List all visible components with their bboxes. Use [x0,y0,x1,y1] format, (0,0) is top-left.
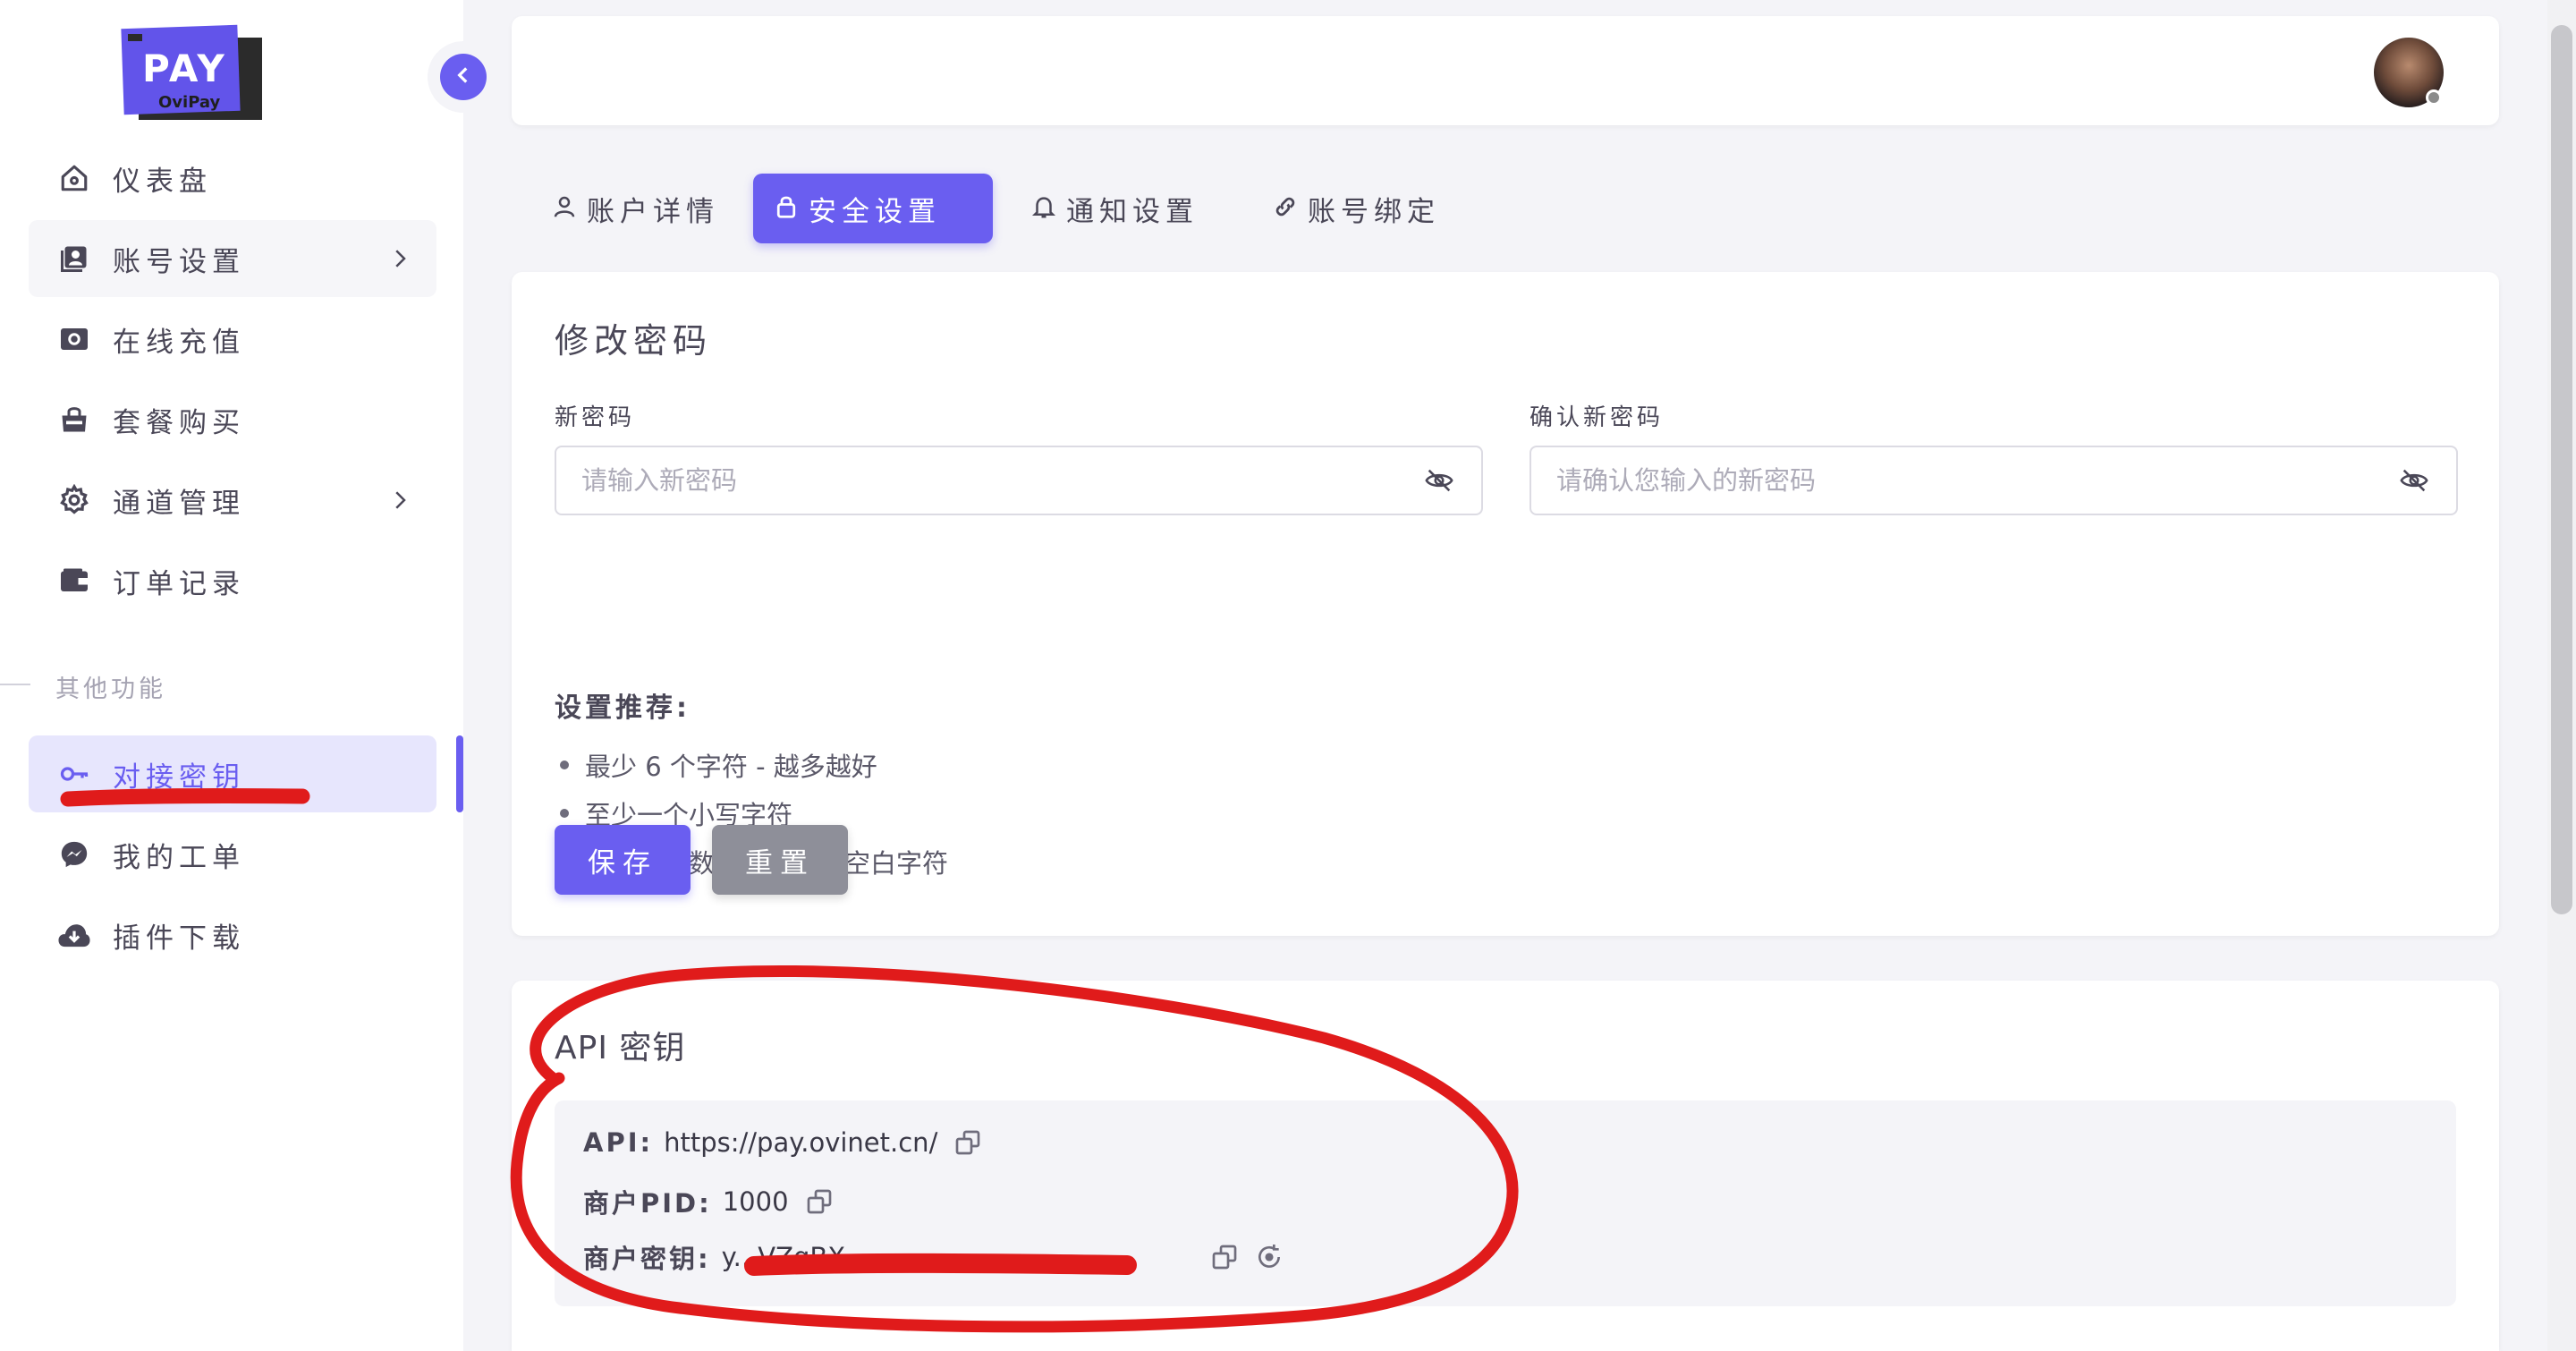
copy-icon[interactable] [1210,1243,1239,1271]
api-info-box: API: https://pay.ovinet.cn/ 商户PID: 1000 … [555,1100,2456,1306]
copy-icon[interactable] [805,1187,834,1216]
cloud-download-icon [57,918,91,952]
tab-notification-settings[interactable]: 通知设置 [1011,174,1218,243]
recommendations-title: 设置推荐: [555,692,691,724]
tab-label: 通知设置 [1066,195,1199,228]
sidebar-item-label: 通道管理 [113,487,245,520]
tab-label: 账号绑定 [1308,195,1440,228]
reset-button[interactable]: 重置 [712,825,848,895]
eye-off-icon[interactable] [1424,465,1454,496]
merchant-secret-key: 商户密钥: [583,1244,711,1274]
sidebar-item-label: 仪表盘 [113,165,212,198]
sidebar-item-label: 订单记录 [113,567,245,600]
api-url-row: API: https://pay.ovinet.cn/ [583,1127,982,1158]
gear-icon [57,483,91,517]
lock-icon [773,193,800,224]
sidebar-item-tickets[interactable]: 我的工单 [29,816,436,893]
copy-icon[interactable] [953,1128,982,1157]
user-badge-icon [57,242,91,276]
merchant-secret-row: 商户密钥: y...VZqBX [583,1238,1284,1276]
sidebar-item-channels[interactable]: 通道管理 [29,462,436,539]
page-scrollbar-thumb[interactable] [2551,25,2572,914]
sidebar-item-recharge[interactable]: 在线充值 [29,301,436,378]
sidebar-item-label: 我的工单 [113,841,245,874]
refresh-icon[interactable] [1255,1243,1284,1271]
chevron-right-icon [386,487,413,517]
sidebar-item-orders[interactable]: 订单记录 [29,542,436,619]
shopping-bag-icon [57,403,91,437]
merchant-pid-value: 1000 [722,1186,789,1217]
top-header [512,16,2499,125]
confirm-password-label: 确认新密码 [1530,404,1665,431]
tab-account-details[interactable]: 账户详情 [531,174,739,243]
merchant-pid-row: 商户PID: 1000 [583,1183,834,1220]
eye-off-icon[interactable] [2399,465,2429,496]
key-icon [57,757,91,791]
tab-security-settings[interactable]: 安全设置 [753,174,993,243]
link-icon [1272,193,1299,224]
active-indicator [456,735,463,812]
list-item: 最少 6 个字符 - 越多越好 [555,746,877,784]
status-dot [2426,89,2442,106]
merchant-pid-key: 商户PID: [583,1188,712,1219]
tab-label: 账户详情 [587,195,719,228]
sidebar-item-account-settings[interactable]: 账号设置 [29,220,436,297]
section-divider [0,684,30,685]
tab-account-binding[interactable]: 账号绑定 [1252,174,1460,243]
sidebar-item-label: 账号设置 [113,245,245,278]
messenger-icon [57,837,91,871]
brand-logo[interactable]: PAY OviPay [121,24,262,120]
sidebar-item-label: 套餐购买 [113,406,245,439]
sidebar-item-label: 在线充值 [113,326,245,359]
card-title: 修改密码 [555,321,713,361]
sidebar-item-label: 对接密钥 [113,760,245,794]
api-key-card: API 密钥 API: https://pay.ovinet.cn/ 商户PID… [512,981,2499,1351]
sidebar-item-dashboard[interactable]: 仪表盘 [29,140,436,217]
sidebar-item-api-key[interactable]: 对接密钥 [29,735,436,812]
sidebar-item-plugin-download[interactable]: 插件下载 [29,896,436,973]
sidebar-collapse-button[interactable] [428,41,499,113]
camera-icon [57,322,91,356]
user-icon [551,193,578,224]
api-url-value: https://pay.ovinet.cn/ [664,1127,938,1158]
sidebar-item-label: 插件下载 [113,922,245,955]
bell-icon [1030,193,1057,224]
section-label: 其他功能 [55,676,166,703]
chevron-right-icon [386,245,413,276]
sidebar: PAY OviPay 仪表盘 账号设置 在线充值 套餐购买 通道管理 订单记录 … [0,0,463,1351]
chevron-left-icon [452,64,475,90]
home-icon [57,161,91,195]
card-title: API 密钥 [555,1030,686,1066]
wallet-icon [57,564,91,598]
logo-text: PAY [142,47,227,90]
sidebar-item-package[interactable]: 套餐购买 [29,381,436,458]
save-button[interactable]: 保存 [555,825,691,895]
logo-subtext: OviPay [158,93,221,112]
user-avatar[interactable] [2372,36,2445,109]
confirm-password-input[interactable] [1530,446,2458,515]
merchant-secret-value: y...VZqBX [721,1242,846,1272]
api-url-key: API: [583,1127,654,1158]
new-password-input[interactable] [555,446,1483,515]
new-password-label: 新密码 [555,404,636,431]
tab-label: 安全设置 [809,195,941,228]
